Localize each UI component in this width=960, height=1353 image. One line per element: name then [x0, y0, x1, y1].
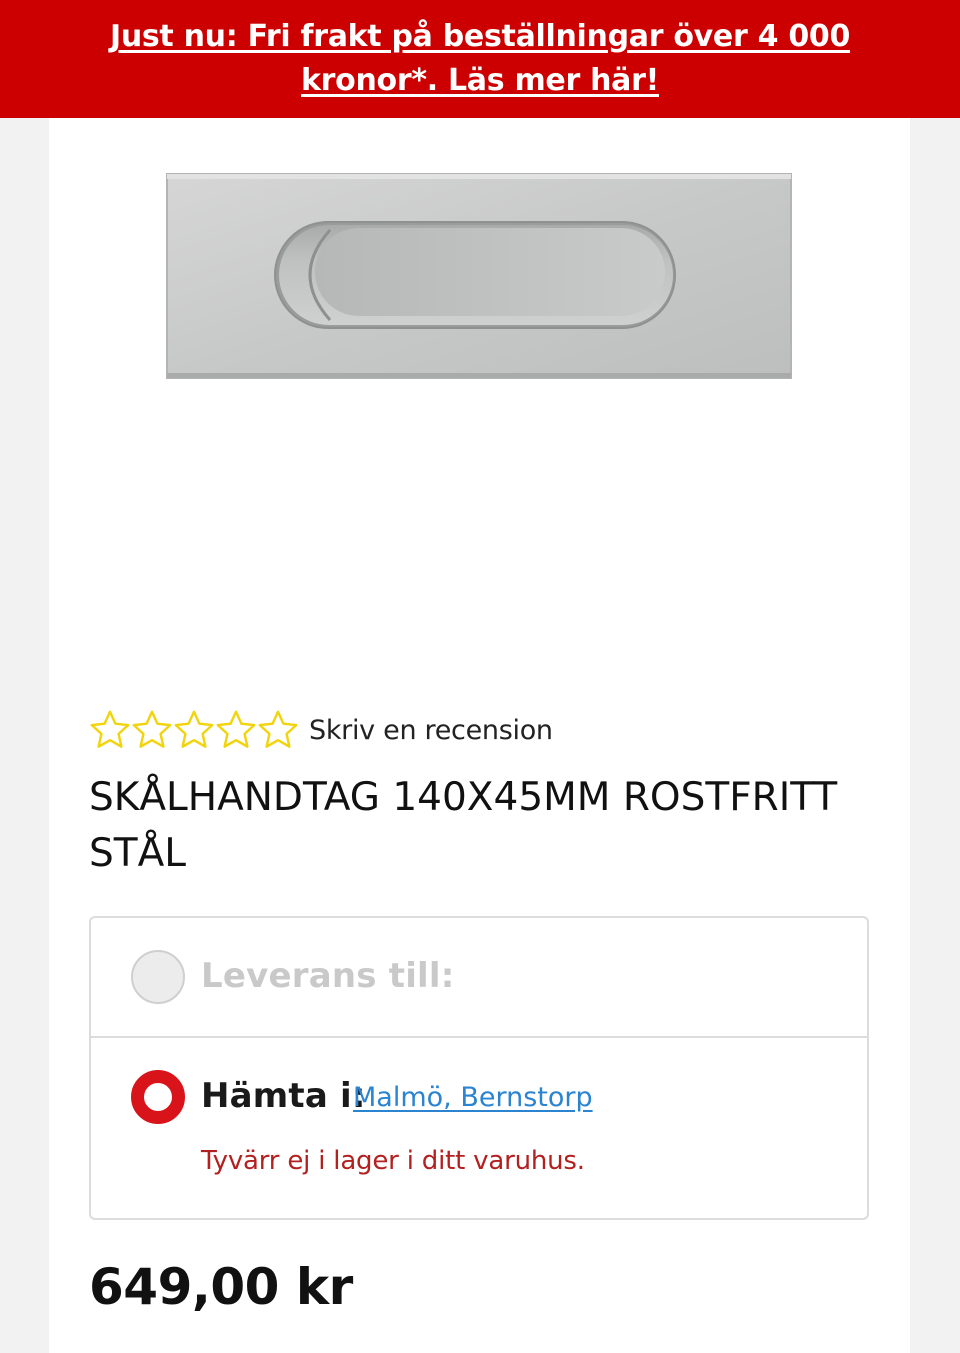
- delivery-option-pickup[interactable]: Hämta i: Malmö, Bernstorp Tyvärr ej i la…: [91, 1038, 867, 1220]
- shipping-radio[interactable]: [131, 950, 185, 1004]
- star-outline-icon: [174, 710, 214, 748]
- stock-status: Tyvärr ej i lager i ditt varuhus.: [201, 1146, 585, 1176]
- shipping-label: Leverans till:: [201, 956, 455, 996]
- star-outline-icon: [216, 710, 256, 748]
- store-link[interactable]: Malmö, Bernstorp: [353, 1082, 593, 1113]
- product-title: SKÅLHANDTAG 140X45MM ROSTFRITT STÅL: [89, 775, 838, 876]
- product-image: [166, 173, 792, 379]
- star-outline-icon: [90, 710, 130, 748]
- star-outline-icon: [258, 710, 298, 748]
- rating-row: Skriv en recension: [89, 706, 553, 754]
- promo-banner-link[interactable]: Just nu: Fri frakt på beställningar över…: [40, 15, 920, 103]
- product-price: 649,00 kr: [89, 1258, 353, 1316]
- delivery-option-shipping[interactable]: Leverans till:: [91, 918, 867, 1038]
- star-outline-icon: [132, 710, 172, 748]
- product-card: Skriv en recension SKÅLHANDTAG 140X45MM …: [49, 118, 910, 1353]
- pickup-label: Hämta i:: [201, 1076, 366, 1116]
- pickup-radio[interactable]: [131, 1070, 185, 1124]
- write-review-link[interactable]: Skriv en recension: [309, 715, 553, 746]
- delivery-options: Leverans till: Hämta i: Malmö, Bernstorp…: [89, 916, 869, 1220]
- star-rating[interactable]: [89, 709, 299, 751]
- promo-banner: Just nu: Fri frakt på beställningar över…: [0, 0, 960, 118]
